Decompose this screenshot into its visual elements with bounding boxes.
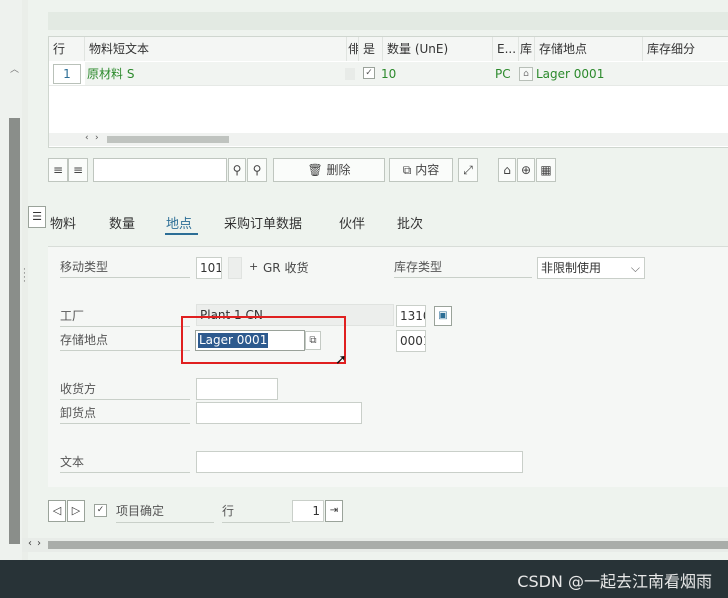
left-scrollbar-thumb[interactable] <box>9 118 20 544</box>
scroll-left-icon[interactable]: ‹ <box>28 538 32 549</box>
content-label: 内容 <box>415 163 440 177</box>
text-label: 文本 <box>60 453 190 473</box>
chevron-down-icon: ⌵ <box>630 261 640 275</box>
cell-ok-checkbox[interactable]: ✓ <box>363 67 375 79</box>
unloading-point-field[interactable] <box>196 402 362 424</box>
tab-material[interactable]: 物料 <box>50 213 76 232</box>
splitter-grip-icon: · · · · <box>23 265 26 287</box>
watermark: CSDN @一起去江南看烟雨 <box>517 572 712 591</box>
row-divider <box>49 85 728 86</box>
movement-type-text: GR 收货 <box>263 261 309 275</box>
movement-type-field[interactable]: 101 <box>196 257 222 279</box>
calendar-icon[interactable]: ▦ <box>536 158 556 182</box>
row-label: 行 <box>222 502 290 523</box>
col-header-qty[interactable]: 数量 (UnE) <box>383 37 493 61</box>
plant-label: 工厂 <box>60 307 190 327</box>
delete-button[interactable]: 🗑 删除 <box>273 158 385 182</box>
cell-qty[interactable]: 10 <box>381 63 396 85</box>
left-gutter: ︿ <box>0 0 23 560</box>
table-row-bg <box>85 62 728 85</box>
active-tab-indicator <box>165 233 198 235</box>
row-selector[interactable]: 1 <box>53 64 81 84</box>
select-all-icon[interactable]: ≡ <box>48 158 68 182</box>
scroll-right-icon[interactable]: › <box>37 538 41 549</box>
tab-list-icon[interactable]: ☰ <box>28 206 46 228</box>
movement-sign: + <box>249 260 259 273</box>
tab-batch[interactable]: 批次 <box>397 213 423 232</box>
col-header-stock-segment[interactable]: 库存细分 <box>643 37 728 61</box>
trash-icon: 🗑 <box>307 163 323 177</box>
scroll-left-icon[interactable]: ‹ <box>85 133 89 143</box>
col-header-stock-loc[interactable]: 存储地点 <box>535 37 643 61</box>
table-hscroll-thumb[interactable] <box>107 136 229 143</box>
table-hscroll[interactable]: ‹ › <box>49 133 728 146</box>
footer-bar: CSDN @一起去江南看烟雨 <box>0 560 728 598</box>
deselect-all-icon[interactable]: ≡ <box>68 158 88 182</box>
plant-code-field[interactable]: 1310 <box>396 305 426 327</box>
home-icon[interactable]: ⌂ <box>498 158 516 182</box>
movement-type-label: 移动类型 <box>60 258 190 278</box>
scroll-up-icon[interactable]: ︿ <box>10 62 19 75</box>
storage-location-code-field[interactable]: 0001 <box>396 330 426 352</box>
stock-type-select[interactable]: 非限制使用 ⌵ <box>537 257 645 279</box>
expand-icon[interactable]: ⤢ <box>458 158 478 182</box>
tab-partner[interactable]: 伙伴 <box>339 213 365 232</box>
tab-location[interactable]: 地点 <box>166 213 192 232</box>
bottom-hscroll-thumb[interactable] <box>48 541 728 549</box>
col-header-short-text[interactable]: 物料短文本 <box>85 37 347 61</box>
search-next-icon[interactable]: ⚲ <box>247 158 267 182</box>
search-input[interactable] <box>93 158 227 182</box>
cell-unit[interactable]: PC <box>495 63 511 85</box>
col-header-ok[interactable]: 是 <box>359 37 383 61</box>
value-help-icon[interactable]: ⧉ <box>305 331 321 350</box>
go-to-row-icon[interactable]: ⇥ <box>325 500 343 522</box>
copy-icon: ⧉ <box>402 163 412 177</box>
cell-stock-loc[interactable]: Lager 0001 <box>536 63 604 85</box>
goods-recipient-field[interactable] <box>196 378 278 400</box>
movement-type-extra-field <box>228 257 242 279</box>
next-item-icon[interactable]: ▷ <box>67 500 85 522</box>
stock-type-label: 库存类型 <box>394 258 532 278</box>
unloading-point-label: 卸货点 <box>60 404 190 424</box>
content-button[interactable]: ⧉ 内容 <box>389 158 453 182</box>
item-ok-checkbox[interactable]: ✓ <box>94 504 107 517</box>
item-ok-label: 项目确定 <box>116 502 214 523</box>
add-icon[interactable]: ⊕ <box>517 158 535 182</box>
tab-po-data[interactable]: 采购订单数据 <box>224 213 302 232</box>
col-header-stock-loc-abbr[interactable]: 库 <box>519 37 535 61</box>
storage-location-input[interactable]: Lager 0001 <box>195 330 305 351</box>
col-header-row[interactable]: 行 <box>49 37 85 61</box>
stock-type-value: 非限制使用 <box>541 261 602 275</box>
header-strip <box>48 12 728 30</box>
item-table: 行 物料短文本 俳 是 数量 (UnE) E... 库 存储地点 库存细分 1 … <box>48 36 728 148</box>
bottom-hscroll[interactable]: ‹ › <box>22 538 728 552</box>
prev-item-icon[interactable]: ◁ <box>48 500 66 522</box>
col-header-flag[interactable]: 俳 <box>347 37 359 61</box>
image-icon[interactable]: ▣ <box>434 306 452 326</box>
col-header-unit[interactable]: E... <box>493 37 519 61</box>
scroll-right-icon[interactable]: › <box>95 133 99 143</box>
cell-flag[interactable] <box>345 68 355 80</box>
mouse-cursor-icon: ➚ <box>335 352 347 368</box>
storage-location-selected-text: Lager 0001 <box>198 333 269 348</box>
text-field[interactable] <box>196 451 523 473</box>
tab-quantity[interactable]: 数量 <box>109 213 135 232</box>
goods-recipient-label: 收货方 <box>60 380 190 400</box>
storage-location-label: 存储地点 <box>60 331 190 351</box>
search-icon[interactable]: ⚲ <box>228 158 246 182</box>
delete-label: 删除 <box>326 163 351 177</box>
cell-short-text[interactable]: 原材料 S <box>87 63 134 85</box>
row-field[interactable]: 1 <box>292 500 324 522</box>
warehouse-icon[interactable]: ⌂ <box>519 67 533 81</box>
